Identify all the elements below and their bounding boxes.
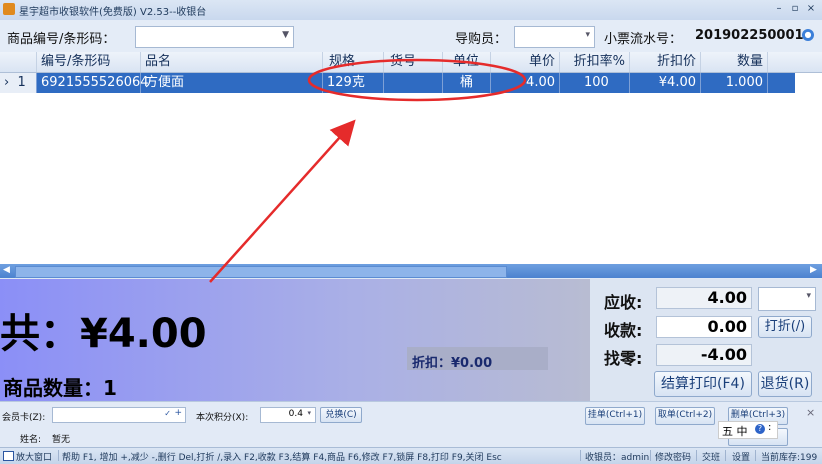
- chevron-down-icon: ▾: [307, 409, 311, 417]
- title-bar: 星宇超市收银软件(免费版) V2.53--收银台 – ▫ ×: [0, 0, 822, 21]
- cell-price[interactable]: 4.00: [491, 73, 560, 93]
- cell-discount-rate[interactable]: 100: [560, 73, 630, 93]
- received-label: 收款:: [604, 321, 643, 340]
- scroll-left-icon[interactable]: ◀: [3, 265, 10, 275]
- ime-toolbar[interactable]: 五 中 ? :: [718, 421, 778, 439]
- ime-mode: 五 中: [722, 425, 748, 438]
- total-amount: 共：¥4.00: [0, 311, 207, 357]
- window-icon: [3, 451, 14, 461]
- divider: [580, 450, 581, 461]
- chevron-down-icon: ▼: [282, 30, 289, 40]
- hang-order-button[interactable]: 挂单(Ctrl+1): [585, 407, 645, 425]
- chevron-down-icon[interactable]: ✓: [164, 409, 171, 418]
- item-count: 商品数量：1: [3, 376, 117, 400]
- received-input[interactable]: 0.00: [656, 316, 752, 338]
- change-password-link[interactable]: 修改密码: [655, 450, 691, 463]
- entry-header: 商品编号/条形码： ▼ 导购员： ▾ 小票流水号： 201902250001 ●: [0, 20, 822, 52]
- maximize-button[interactable]: ▫: [788, 2, 802, 16]
- table-row[interactable]: › 1 6921555526064 方便面 129克 桶 4.00 100 ¥4…: [0, 73, 795, 93]
- column-header[interactable]: 数量: [701, 52, 768, 72]
- member-name-value: 暂无: [52, 435, 71, 445]
- discount-button[interactable]: 打折(/): [758, 316, 812, 338]
- divider: [696, 450, 697, 461]
- cell-discount-price[interactable]: ¥4.00: [630, 73, 701, 93]
- code-input[interactable]: ▼: [135, 26, 294, 48]
- discount-amount: 折扣：¥0.00: [412, 356, 493, 371]
- row-number: › 1: [0, 73, 37, 93]
- member-bar: 会员卡(Z): ✓ + 本次积分(X): 0.4 ▾ 兑换(C) 姓名: 暂无 …: [0, 401, 822, 448]
- ticket-number: 201902250001: [695, 28, 804, 43]
- chevron-down-icon: ▾: [806, 291, 811, 301]
- receivable-label: 应收:: [604, 293, 643, 312]
- points-input[interactable]: 0.4 ▾: [260, 407, 316, 423]
- exchange-button[interactable]: 兑换(C): [320, 407, 362, 423]
- settings-link[interactable]: 设置: [732, 450, 750, 463]
- shift-link[interactable]: 交班: [702, 450, 720, 463]
- sales-grid: 编号/条形码 品名 规格 货号 单位 单价 折扣率% 折扣价 数量 › 1 69…: [0, 52, 822, 264]
- guide-label: 导购员：: [455, 32, 508, 47]
- app-icon: [3, 3, 15, 15]
- horizontal-scrollbar[interactable]: ◀ ▶: [0, 264, 822, 278]
- more-icon[interactable]: :: [768, 422, 771, 433]
- cell-qty[interactable]: 1.000: [701, 73, 768, 93]
- column-header[interactable]: 品名: [141, 52, 323, 72]
- shortcut-help: 帮助 F1, 增加 +,减少 -,删行 Del,打折 /,录入 F2,收款 F3…: [62, 453, 502, 463]
- stock-info: 当前库存:199: [761, 453, 818, 463]
- points-label: 本次积分(X):: [196, 413, 249, 423]
- cell-unit[interactable]: 桶: [443, 73, 491, 93]
- cell-item-no[interactable]: [384, 73, 443, 93]
- total-panel: 共：¥4.00 折扣：¥0.00 商品数量：1: [0, 279, 590, 401]
- checkout-button[interactable]: 结算打印(F4): [654, 371, 752, 397]
- points-value: 0.4: [288, 409, 303, 419]
- ticket-label: 小票流水号：: [604, 32, 683, 47]
- change-value: -4.00: [656, 344, 752, 366]
- help-icon[interactable]: ?: [755, 424, 765, 434]
- member-card-input[interactable]: ✓ +: [52, 407, 186, 423]
- divider: [650, 450, 651, 461]
- change-label: 找零:: [604, 349, 643, 368]
- add-icon[interactable]: +: [174, 408, 182, 418]
- return-button[interactable]: 退货(R): [758, 371, 812, 397]
- member-card-label: 会员卡(Z):: [2, 413, 46, 423]
- column-header[interactable]: 折扣率%: [560, 52, 630, 72]
- close-button[interactable]: ×: [804, 2, 818, 16]
- divider: [725, 450, 726, 461]
- row-number-value: 1: [17, 75, 26, 90]
- chevron-down-icon: ▾: [585, 30, 590, 40]
- member-name-label: 姓名:: [20, 435, 42, 445]
- grid-header: 编号/条形码 品名 规格 货号 单位 单价 折扣率% 折扣价 数量: [0, 52, 822, 73]
- code-label: 商品编号/条形码：: [7, 32, 116, 47]
- scroll-right-icon[interactable]: ▶: [810, 265, 817, 275]
- close-icon[interactable]: ×: [806, 406, 815, 419]
- payment-method-select[interactable]: ▾: [758, 287, 816, 311]
- column-header[interactable]: 折扣价: [630, 52, 701, 72]
- cell-spec[interactable]: 129克: [323, 73, 384, 93]
- take-order-button[interactable]: 取单(Ctrl+2): [655, 407, 715, 425]
- cell-code[interactable]: 6921555526064: [37, 73, 149, 93]
- column-header[interactable]: 规格: [323, 52, 384, 72]
- divider: [58, 450, 59, 461]
- divider: [755, 450, 756, 461]
- payment-panel: 应收: 4.00 ▾ 收款: 0.00 打折(/) 找零: -4.00 结算打印…: [590, 279, 822, 401]
- column-header[interactable]: 单价: [491, 52, 560, 72]
- row-indicator-header: [0, 52, 37, 72]
- cashier-info: 收银员：admin: [585, 453, 650, 463]
- status-bar: 放大窗口 帮助 F1, 增加 +,减少 -,删行 Del,打折 /,录入 F2,…: [0, 447, 822, 464]
- info-icon[interactable]: ●: [802, 29, 814, 41]
- minimize-button[interactable]: –: [772, 2, 786, 16]
- row-pointer-icon: ›: [4, 75, 10, 90]
- column-header[interactable]: 单位: [443, 52, 491, 72]
- cell-name[interactable]: 方便面: [141, 73, 323, 93]
- scroll-thumb[interactable]: [15, 266, 507, 278]
- column-header[interactable]: 编号/条形码: [37, 52, 141, 72]
- guide-select[interactable]: ▾: [514, 26, 595, 48]
- column-header[interactable]: 货号: [384, 52, 443, 72]
- enlarge-window-link[interactable]: 放大窗口: [16, 450, 52, 463]
- window-title: 星宇超市收银软件(免费版) V2.53--收银台: [19, 7, 207, 18]
- receivable-value: 4.00: [656, 287, 752, 309]
